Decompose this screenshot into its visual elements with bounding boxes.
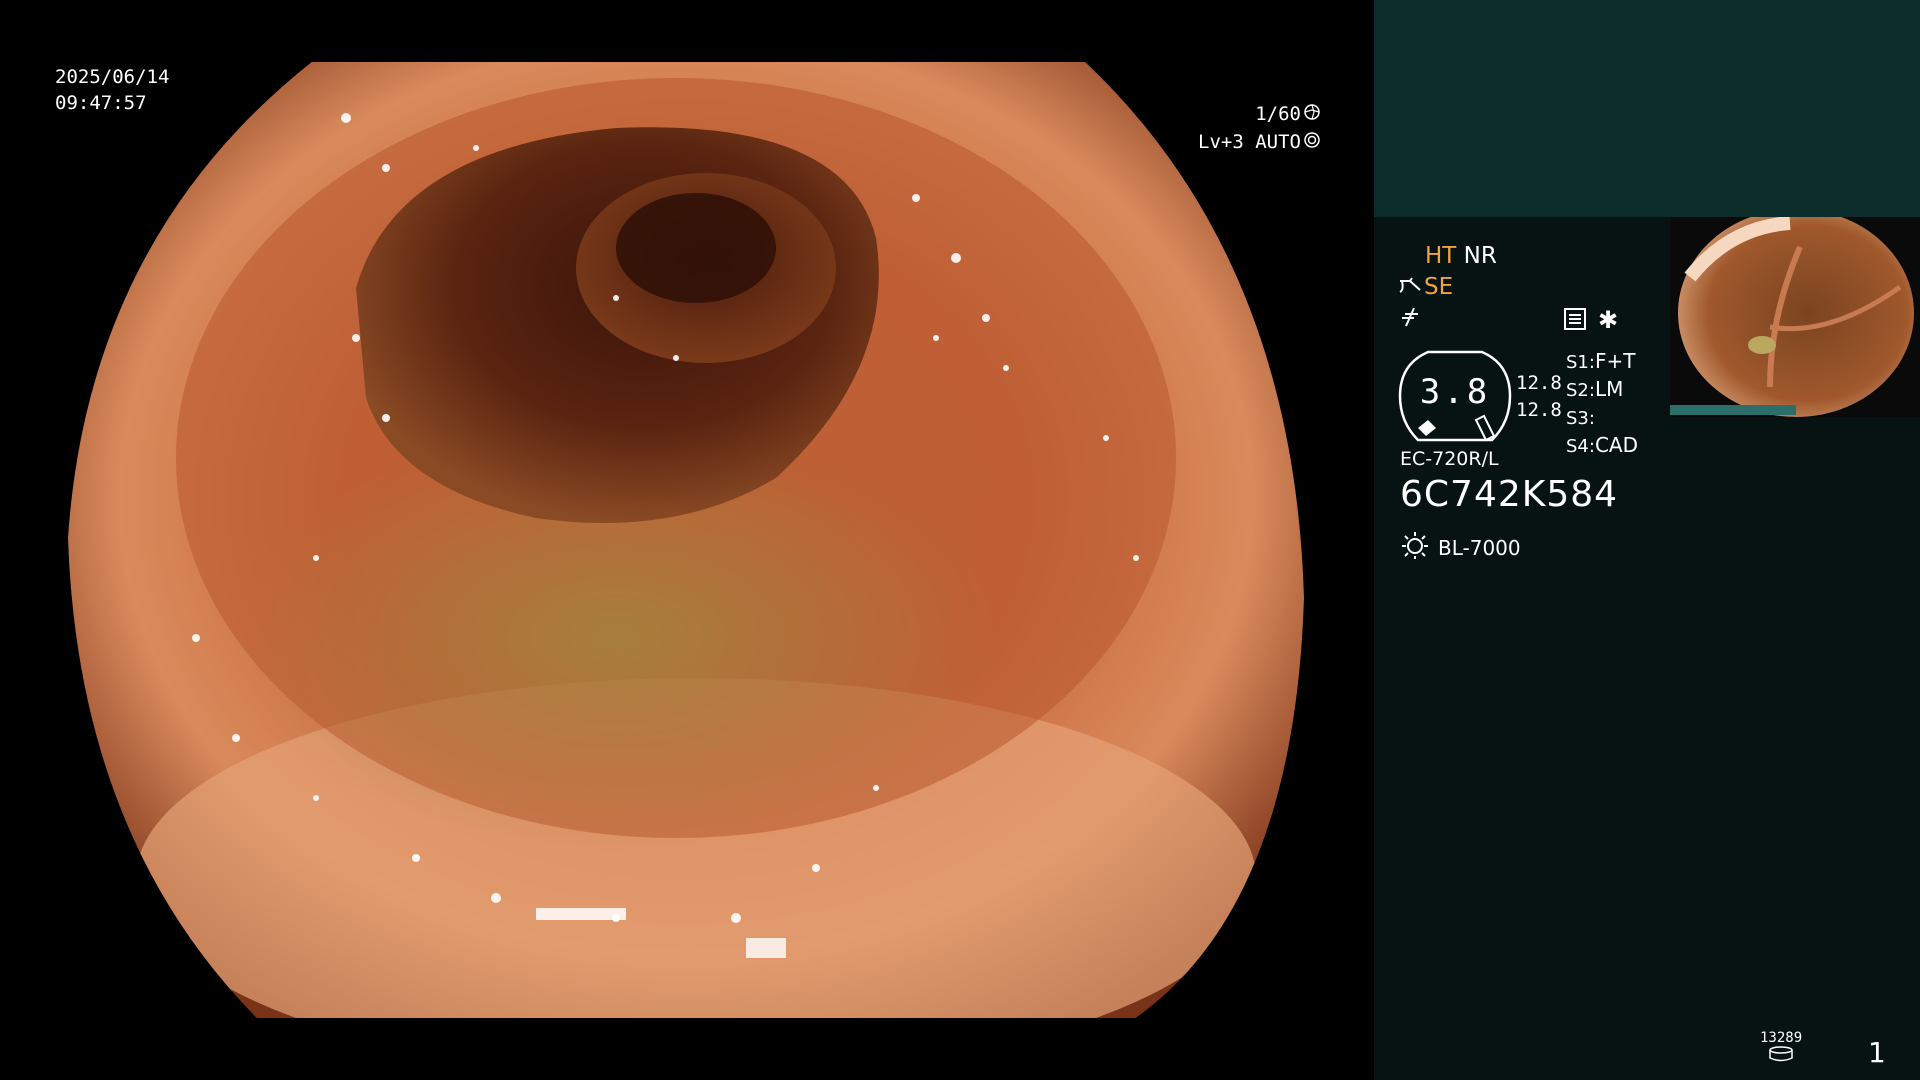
s1-value: F+T — [1594, 349, 1636, 373]
shutter-icon — [1304, 100, 1320, 128]
s4-value: CAD — [1594, 433, 1638, 457]
switch-s1: S1:F+T — [1566, 348, 1638, 376]
s1-label: S1: — [1566, 352, 1595, 373]
asterisk-icon: ✱ — [1598, 306, 1619, 334]
switch-assignments: S1:F+T S2:LM S3: S4:CAD — [1566, 348, 1638, 460]
scope-model: EC-720R/L — [1400, 448, 1499, 470]
gauge-value: 3.8 — [1419, 372, 1491, 412]
date-text: 2025/06/14 — [55, 66, 170, 88]
light-source-label: BL-7000 — [1438, 535, 1521, 560]
storage-count: 13289 — [1760, 1030, 1803, 1046]
thumbnail-progress-bar — [1670, 405, 1796, 415]
reference-thumbnail[interactable] — [1670, 217, 1920, 417]
storage-icon — [1760, 1046, 1802, 1066]
structure-enhance-row: SE — [1398, 274, 1453, 300]
switch-s2: S2:LM — [1566, 376, 1638, 404]
iris-icon — [1304, 128, 1320, 156]
freeze-icon — [1400, 306, 1422, 332]
iris-mode: Lv+3 AUTO — [1198, 131, 1301, 153]
s3-label: S3: — [1566, 408, 1595, 429]
light-source-icon — [1400, 530, 1430, 565]
s2-label: S2: — [1566, 380, 1595, 401]
page-number: 1 — [1868, 1036, 1886, 1069]
light-source: BL-7000 — [1400, 530, 1521, 565]
shutter-speed: 1/60 — [1255, 103, 1301, 125]
storage-counter: 13289 — [1760, 1030, 1802, 1066]
s2-value: LM — [1594, 377, 1624, 401]
switch-s4: S4:CAD — [1566, 432, 1638, 460]
side-value-2: 12.8 — [1516, 399, 1562, 421]
side-value-1: 12.8 — [1516, 372, 1562, 394]
menu-icon[interactable] — [1564, 308, 1586, 334]
right-panel-top — [1374, 0, 1920, 217]
time-text: 09:47:57 — [55, 92, 147, 114]
date-time-display: 2025/06/14 09:47:57 — [55, 64, 169, 116]
exposure-status: 1/60 Lv+3 AUTO — [1120, 100, 1320, 156]
nr-label: NR — [1463, 243, 1497, 269]
endoscope-image — [63, 58, 1309, 1022]
se-label: SE — [1424, 274, 1454, 300]
endoscope-live-view — [56, 38, 1316, 1060]
switch-s3: S3: — [1566, 404, 1638, 432]
gauge-side-values: 12.8 12.8 — [1516, 370, 1562, 424]
s4-label: S4: — [1566, 436, 1595, 457]
ht-label: HT — [1425, 243, 1457, 269]
enhance-icon — [1398, 274, 1422, 300]
enhancement-status-row: HT NR — [1425, 243, 1497, 269]
scope-serial: 6C742K584 — [1400, 474, 1619, 515]
